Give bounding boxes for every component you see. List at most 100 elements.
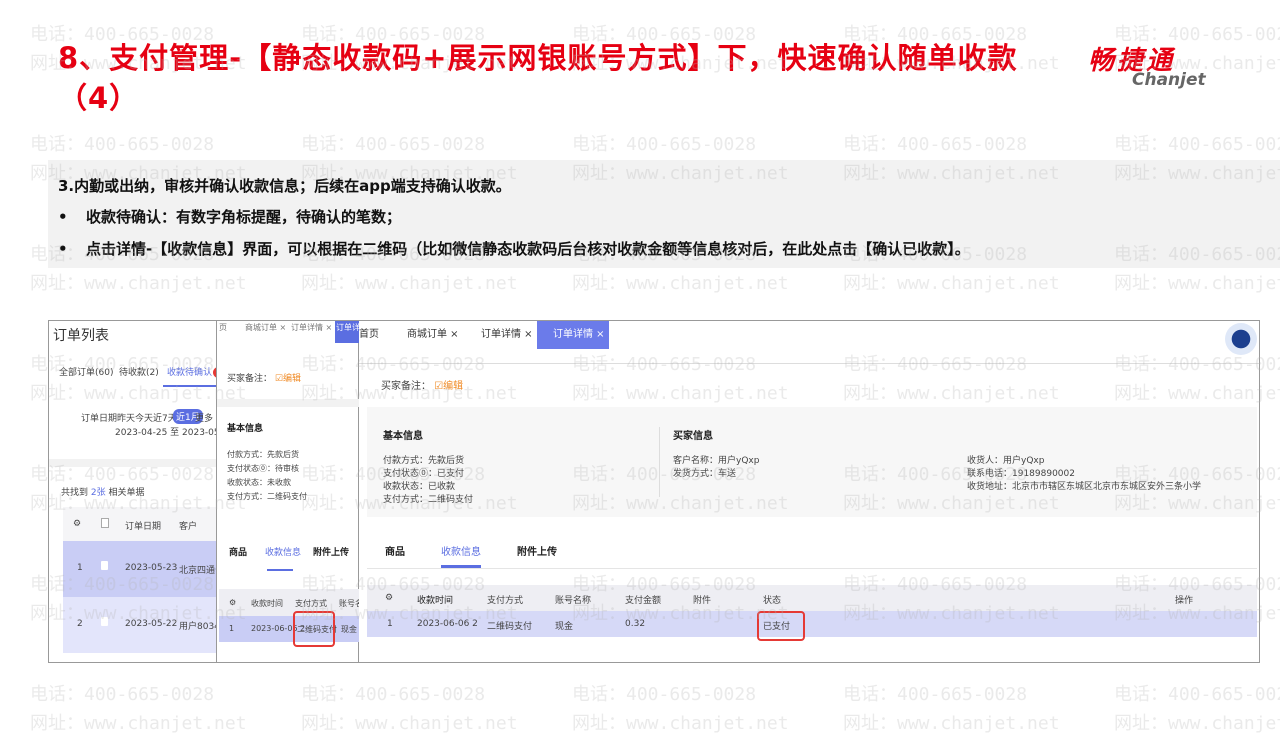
col-account: 账号名称	[555, 596, 592, 606]
highlight-box	[757, 611, 805, 641]
watermark-text: 网址：www.chanjet.net	[843, 273, 1060, 294]
payment-row[interactable]: 1 2023-06-06 2 二维码支付 现金	[219, 616, 360, 642]
row-checkbox[interactable]	[101, 617, 108, 626]
divider	[659, 427, 660, 497]
subtab-attachments[interactable]: 附件上传	[517, 543, 557, 558]
row-date: 2023-05-22	[125, 619, 178, 629]
screenshot-composite: 订单列表 全部订单(60) 待收款(2) 收款待确认2 订单日期 昨天 今天 近…	[48, 320, 1260, 663]
chanjet-logo-en: Chanjet	[1132, 70, 1206, 90]
row-index: 1	[387, 619, 393, 629]
info-line: 付款方式：先款后货	[383, 456, 465, 466]
col-time: 收款时间	[251, 599, 283, 608]
basic-info-title: 基本信息	[227, 424, 264, 434]
settings-icon[interactable]: ⚙	[73, 519, 81, 529]
watermark-text: 网址：www.chanjet.net	[572, 713, 789, 734]
divider	[217, 399, 360, 407]
divider	[49, 459, 216, 467]
subtab-payment-info[interactable]: 收款信息	[265, 545, 301, 558]
edit-link[interactable]: ☑编辑	[275, 374, 301, 384]
info-line: 收款状态：已收款	[383, 482, 456, 492]
instruction-heading: 3.内勤或出纳，审核并确认收款信息；后续在app端支持确认收款。	[58, 177, 511, 195]
tab-order-detail[interactable]: 订单详情 ×	[481, 321, 533, 349]
info-line: 收款状态：未收款	[227, 478, 291, 487]
tab-home[interactable]: 首页	[359, 321, 379, 349]
info-line: 收货人：用户yQxp	[967, 456, 1045, 466]
bullet-text: 收款待确认：有数字角标提醒，待确认的笔数；	[86, 208, 402, 226]
tab-order-detail[interactable]: 订单详情 ×	[291, 322, 332, 333]
subtab-attachments[interactable]: 附件上传	[313, 545, 349, 558]
buyer-remark: 买家备注： ☑编辑	[227, 371, 301, 384]
col-time: 收款时间	[417, 596, 454, 606]
active-subtab-indicator	[267, 569, 293, 571]
found-count: 共找到 2张 相关单据	[61, 485, 145, 498]
tab-order-detail-active[interactable]: 订单详情 ×	[537, 321, 609, 349]
watermark-text: 电话：400-665-0028	[572, 684, 757, 705]
order-list-title: 订单列表	[53, 328, 109, 344]
watermark-text: 电话：400-665-0028	[30, 134, 215, 155]
settings-icon[interactable]: ⚙	[229, 598, 236, 607]
table-row[interactable]: 1 2023-05-23 北京四通公司	[63, 541, 233, 597]
date-label: 订单日期	[81, 414, 118, 424]
tab-mall-orders[interactable]: 商城订单 ×	[245, 322, 286, 333]
found-suffix: 相关单据	[108, 488, 145, 498]
tab-pending-payment[interactable]: 待收款(2)	[119, 365, 159, 378]
divider	[367, 568, 1257, 569]
settings-icon[interactable]: ⚙	[385, 593, 393, 603]
table-header: ⚙ 订单日期 客户	[63, 507, 216, 541]
watermark-text: 网址：www.chanjet.net	[572, 273, 789, 294]
payment-row[interactable]: 1 2023-06-06 2 二维码支付 现金 0.32 已支付	[367, 611, 1257, 637]
row-index: 2	[77, 619, 83, 629]
row-date: 2023-05-23	[125, 563, 178, 573]
divider	[359, 363, 1259, 364]
row-account: 现金	[555, 622, 574, 632]
row-index: 1	[77, 563, 83, 573]
info-section: 基本信息 付款方式：先款后货 支付状态⓪：已支付 收款状态：已收款 支付方式：二…	[367, 407, 1257, 517]
found-prefix: 共找到	[61, 488, 89, 498]
watermark-text: 电话：400-665-0028	[1114, 684, 1280, 705]
col-actions: 操作	[1175, 596, 1194, 606]
watermark-text: 电话：400-665-0028	[843, 134, 1028, 155]
found-count-link[interactable]: 2张	[91, 488, 106, 498]
row-customer: 用户8034	[179, 622, 220, 632]
subtab-goods[interactable]: 商品	[385, 543, 405, 558]
date-today[interactable]: 今天	[135, 411, 153, 424]
select-all-checkbox[interactable]	[101, 518, 109, 528]
watermark-text: 电话：400-665-0028	[301, 684, 486, 705]
watermark-text: 电话：400-665-0028	[301, 134, 486, 155]
row-method: 二维码支付	[487, 622, 533, 632]
info-line: 收货地址：北京市市辖区东城区北京市东城区安外三条小学	[967, 482, 1202, 492]
tab-all-orders[interactable]: 全部订单(60)	[59, 365, 113, 378]
pending-detail-panel: 页 商城订单 × 订单详情 × 订单详 买家备注： ☑编辑 基本信息 付款方式：…	[216, 321, 371, 662]
watermark-text: 电话：400-665-0028	[843, 684, 1028, 705]
tab-order-detail-active[interactable]: 订单详	[335, 321, 360, 343]
basic-info-title: 基本信息	[383, 431, 423, 442]
bullet-icon: •	[58, 240, 68, 258]
date-yesterday[interactable]: 昨天	[117, 411, 135, 424]
assistant-robot-icon[interactable]	[1225, 323, 1257, 355]
table-row[interactable]: 2 2023-05-22 用户8034	[63, 597, 220, 653]
bullet-icon: •	[58, 208, 68, 226]
subtab-goods[interactable]: 商品	[229, 545, 247, 558]
tab-home[interactable]: 页	[219, 322, 227, 333]
buyer-info-title: 买家信息	[673, 431, 713, 442]
info-line: 客户名称：用户yQxp	[673, 456, 760, 466]
active-tab-indicator	[163, 385, 216, 387]
watermark-text: 网址：www.chanjet.net	[301, 273, 518, 294]
watermark-text: 网址：www.chanjet.net	[843, 713, 1060, 734]
payment-table-header: ⚙ 收款时间 支付方式 账号名称	[219, 589, 371, 616]
watermark-text: 电话：400-665-0028	[572, 134, 757, 155]
watermark-text: 网址：www.chanjet.net	[1114, 713, 1280, 734]
col-method: 支付方式	[487, 596, 524, 606]
date-more[interactable]: 更多	[195, 411, 213, 424]
row-checkbox[interactable]	[101, 561, 108, 570]
info-line: 支付状态⓪：待审核	[227, 464, 299, 473]
edit-link[interactable]: ☑编辑	[434, 381, 463, 392]
remark-label: 买家备注：	[381, 381, 431, 392]
watermark-text: 网址：www.chanjet.net	[30, 713, 247, 734]
col-customer: 客户	[179, 522, 198, 532]
subtab-payment-info[interactable]: 收款信息	[441, 543, 481, 558]
tab-mall-orders[interactable]: 商城订单 ×	[407, 321, 459, 349]
watermark-text: 电话：400-665-0028	[30, 684, 215, 705]
watermark-text: 网址：www.chanjet.net	[30, 273, 247, 294]
bullet-item: • 收款待确认：有数字角标提醒，待确认的笔数；	[58, 206, 401, 227]
